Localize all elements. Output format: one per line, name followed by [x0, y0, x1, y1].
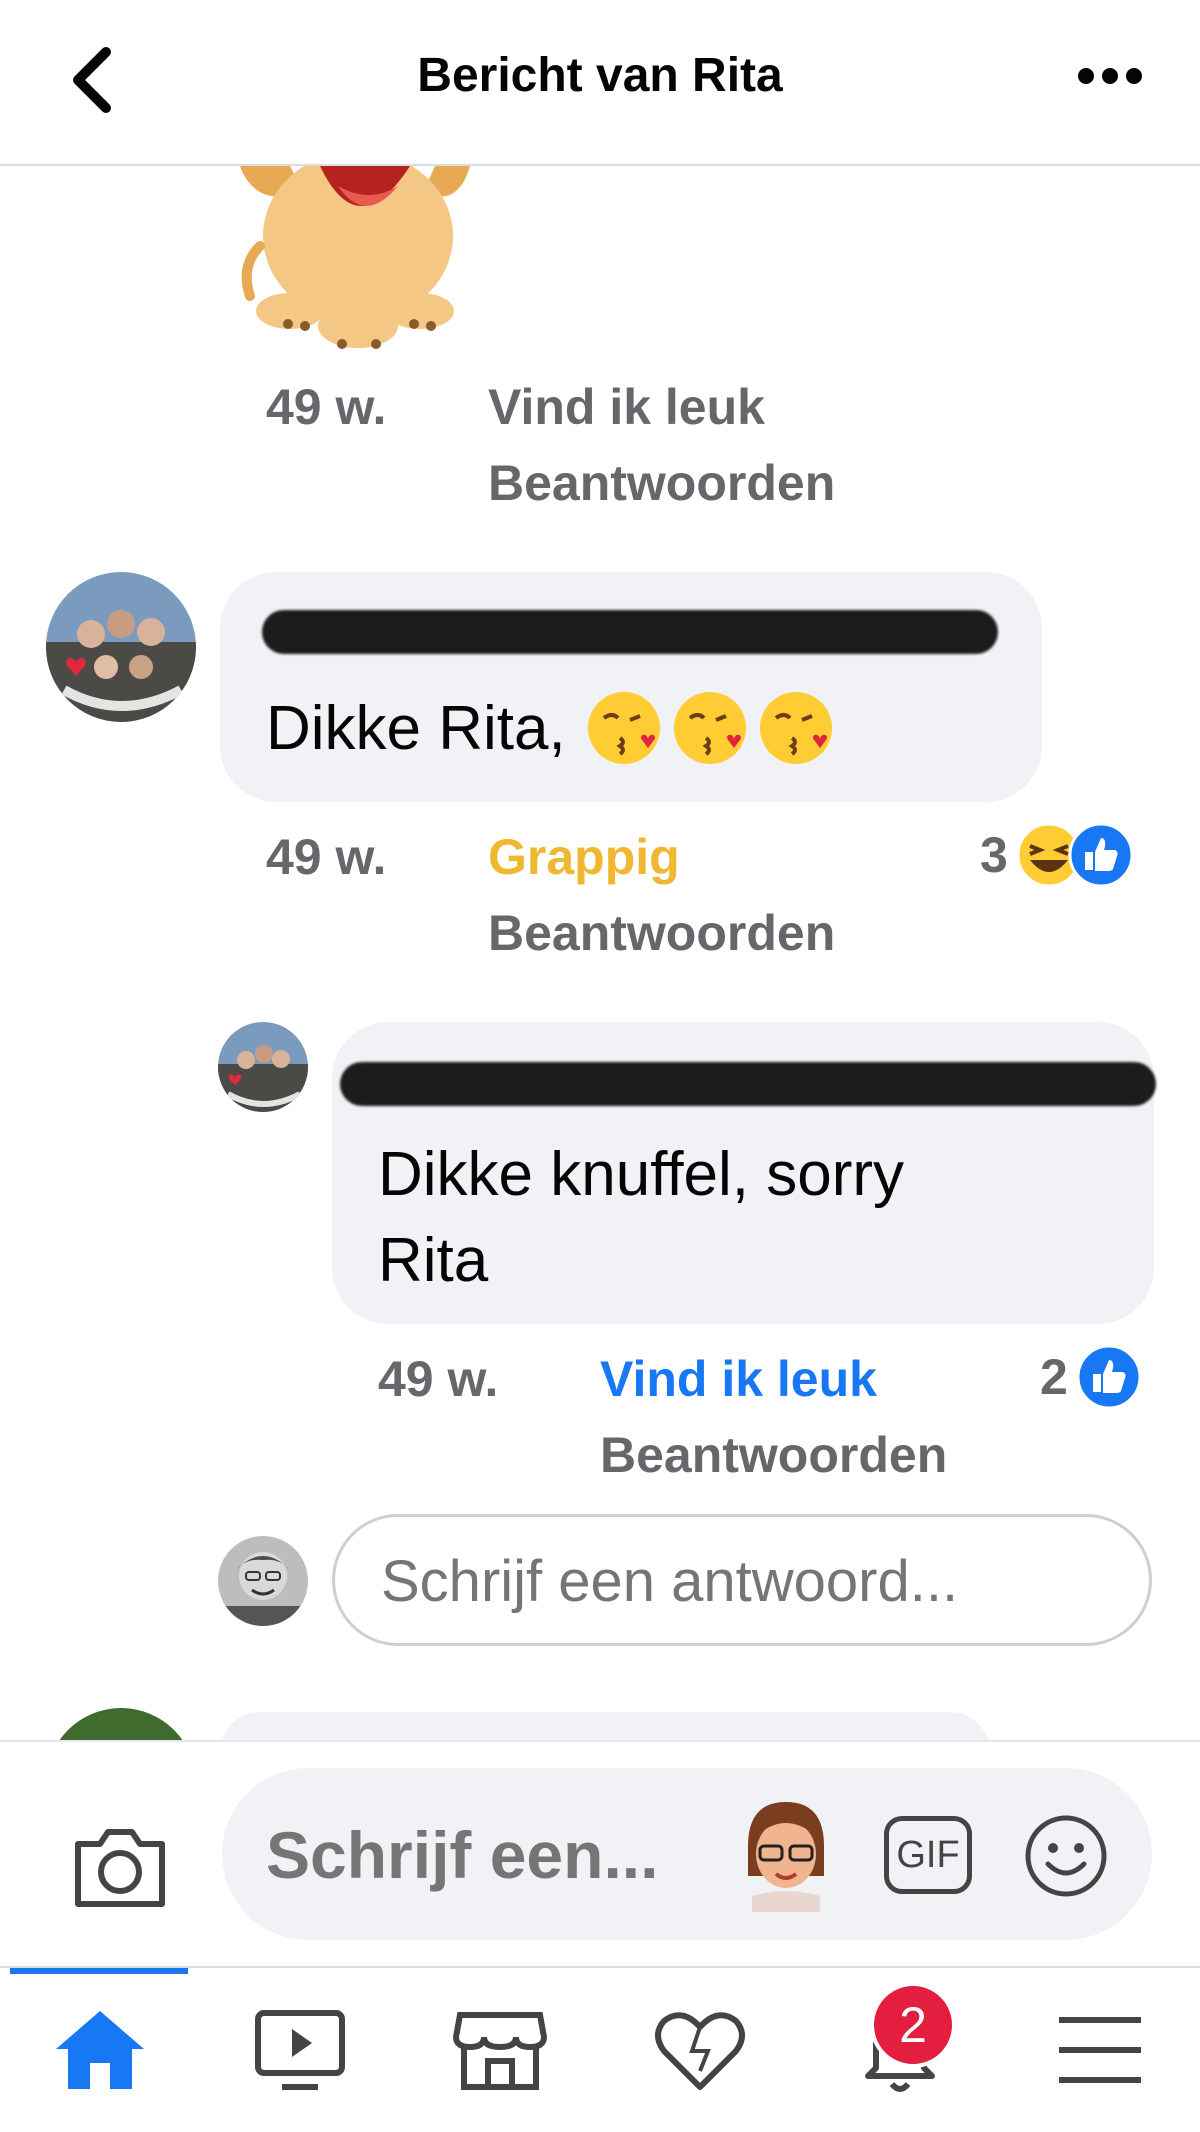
comment-text-line: Dikke knuffel, sorry	[378, 1140, 905, 1209]
reply-input-box[interactable]	[332, 1514, 1152, 1646]
kiss-emoji-group	[586, 690, 834, 766]
like-reaction-icon	[1076, 1344, 1142, 1410]
comment-time: 49 w.	[378, 1351, 499, 1407]
notification-badge: 2	[870, 1982, 956, 2068]
page-title: Bericht van Rita	[417, 49, 783, 102]
redacted-author-name	[262, 610, 998, 654]
hamburger-icon	[1059, 2017, 1141, 2083]
user-avatar	[218, 1536, 308, 1626]
reaction-count: 3	[980, 827, 1008, 883]
emoji-icon[interactable]	[1022, 1812, 1110, 1900]
redacted-author-name	[340, 1062, 1156, 1106]
like-reaction-icon	[1068, 822, 1134, 888]
comment-composer[interactable]: GIF	[222, 1768, 1152, 1942]
reaction-count: 2	[1040, 1349, 1068, 1405]
camera-icon[interactable]	[70, 1822, 170, 1912]
like-link[interactable]: Vind ik leuk	[488, 378, 765, 436]
tab-watch[interactable]	[200, 1968, 400, 2132]
gif-button[interactable]: GIF	[884, 1816, 972, 1894]
bottom-tab-bar	[0, 1966, 1200, 2132]
comment-time: 49 w.	[266, 829, 387, 885]
back-chevron-icon[interactable]	[58, 40, 128, 120]
top-bar: Bericht van Rita	[0, 0, 1200, 166]
reply-input[interactable]	[379, 1517, 1123, 1645]
more-options-icon[interactable]	[1070, 48, 1150, 108]
tab-marketplace[interactable]	[400, 1968, 600, 2132]
reply-link[interactable]: Beantwoorden	[488, 904, 835, 962]
comment-input[interactable]	[264, 1768, 748, 1942]
avatar[interactable]	[218, 1022, 308, 1112]
comment-bubble	[220, 572, 1042, 802]
reply-link[interactable]: Beantwoorden	[488, 454, 835, 512]
puppy-sticker	[230, 151, 490, 356]
comment-text: Dikke knuffel, sorry Rita	[378, 1132, 904, 1304]
avatar[interactable]	[46, 572, 196, 722]
reaction-summary[interactable]: 2	[1040, 1344, 1142, 1410]
reaction-haha-link[interactable]: Grappig	[488, 828, 680, 886]
avatar-sticker-icon[interactable]	[738, 1796, 834, 1912]
kiss-emoji-icon	[759, 692, 832, 764]
tab-dating[interactable]	[600, 1968, 800, 2132]
kiss-emoji-icon	[587, 692, 660, 764]
reply-link[interactable]: Beantwoorden	[600, 1426, 947, 1484]
tab-menu[interactable]	[1000, 1968, 1200, 2132]
like-link[interactable]: Vind ik leuk	[600, 1350, 877, 1408]
comment-text: Dikke Rita,	[266, 690, 834, 766]
heart-icon	[655, 2012, 745, 2090]
comment-text-content: Dikke Rita,	[266, 693, 566, 763]
video-icon	[255, 2010, 345, 2090]
comment-time: 49 w.	[266, 379, 387, 435]
kiss-emoji-icon	[673, 692, 746, 764]
reaction-summary[interactable]: 3	[980, 822, 1134, 888]
home-icon	[56, 2011, 144, 2089]
shop-icon	[452, 2012, 548, 2090]
comment-text-line: Rita	[378, 1226, 489, 1295]
tab-home[interactable]	[0, 1968, 200, 2132]
